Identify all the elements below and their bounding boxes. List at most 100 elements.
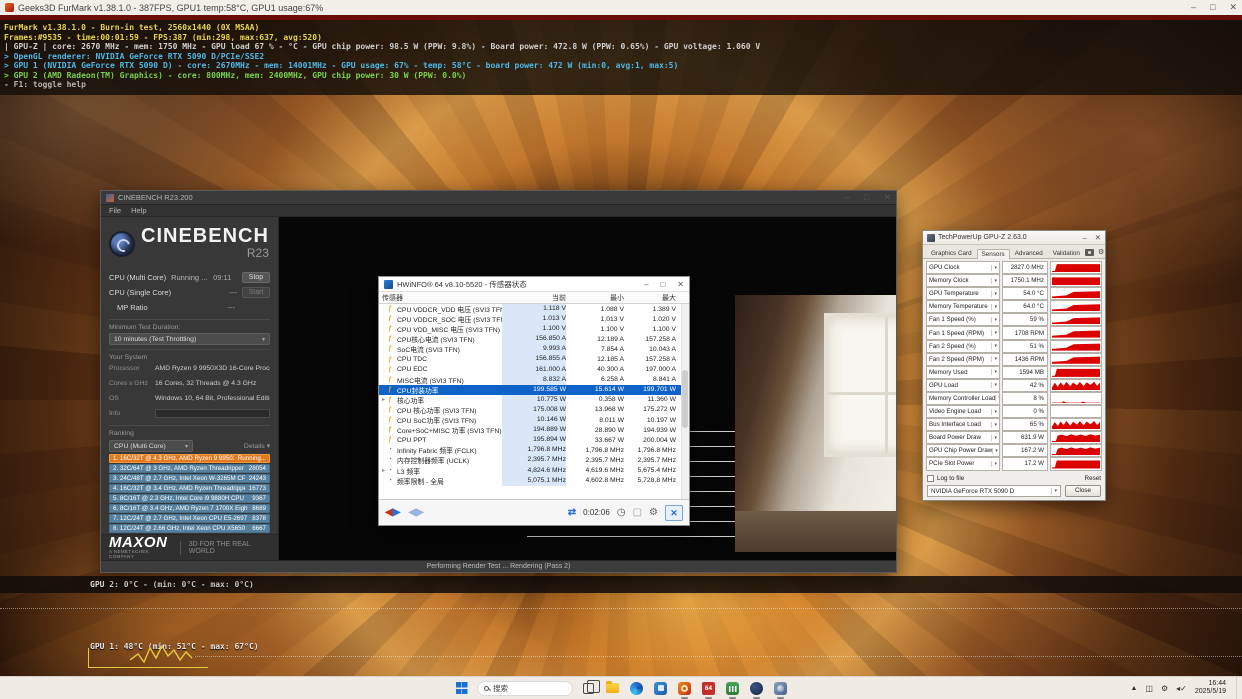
sensor-row[interactable]: ▸ CPU PPT 195.894 W 33.667 W 200.004 W [379,435,689,445]
sensor-row[interactable]: ▸ SoC电流 (SVI3 TFN) 9.993 A 7.854 A 10.04… [379,344,689,354]
cinebench-titlebar[interactable]: CINEBENCH R23.200 – □ ✕ [101,191,896,205]
screenshot-camera-icon[interactable] [1085,249,1094,256]
sensor-name-cell[interactable]: Fan 1 Speed (RPM) ▾ [926,326,1000,339]
hwinfo-titlebar[interactable]: HWiNFO® 64 v8.10-5520 - 传感器状态 – □ ✕ [379,277,689,292]
sensor-name-cell[interactable]: GPU Load ▾ [926,379,1000,392]
ranking-row[interactable]: 8. 12C/24T @ 2.66 GHz, Intel Xeon CPU X5… [109,524,270,533]
minimize-icon[interactable]: – [845,192,850,203]
sensor-name-cell[interactable]: Memory Clock ▾ [926,274,1000,287]
clock-icon[interactable]: ◷ [617,508,626,518]
sensor-row[interactable]: ▸ 内存控制器频率 (UCLK) 2,395.7 MHz 2,395.7 MHz… [379,455,689,465]
sensor-name-cell[interactable]: PCIe Slot Power ▾ [926,457,1000,470]
sensor-row[interactable]: ▸ CPU VDD_MISC 电压 (SVI3 TFN) 1.100 V 1.1… [379,324,689,334]
menu-help[interactable]: Help [131,206,146,215]
hwinfo-taskbar-button[interactable]: 64 [700,680,717,697]
close-icon[interactable]: ✕ [1095,233,1101,242]
chevron-down-icon[interactable]: ▾ [991,330,997,336]
ranking-row[interactable]: 2. 32C/64T @ 3 GHz, AMD Ryzen Threadripp… [109,464,270,473]
ranking-row[interactable]: 6. 8C/16T @ 3.4 GHz, AMD Ryzen 7 1700X E… [109,504,270,513]
chevron-down-icon[interactable]: ▾ [991,317,997,323]
close-icon[interactable]: ✕ [677,280,684,289]
maximize-icon[interactable]: □ [660,280,665,289]
sensor-row[interactable]: ▸ CPU 核心功率 (SVI3 TFN) 175.008 W 13.968 W… [379,405,689,415]
volume-icon[interactable]: ◂✓ [1176,684,1187,693]
sensor-name-cell[interactable]: GPU Temperature ▾ [926,287,1000,300]
sensor-row[interactable]: ▸ 频率限制 - 全局 5,075.1 MHz 4,602.8 MHz 5,72… [379,476,689,486]
transfer-icon[interactable]: ⇄ [568,508,576,518]
ranking-row[interactable]: 5. 8C/16T @ 2.3 GHz, Intel Core i9 9880H… [109,494,270,503]
close-icon[interactable]: ✕ [1229,2,1237,13]
chevron-down-icon[interactable]: ▾ [991,278,997,284]
tray-overflow-chevron-icon[interactable]: ▲ [1130,685,1137,692]
sensor-name-cell[interactable]: Fan 2 Speed (%) ▾ [926,340,1000,353]
chevron-down-icon[interactable]: ▾ [992,448,998,454]
info-input[interactable] [155,409,270,418]
chevron-down-icon[interactable]: ▾ [991,369,997,375]
sensor-row[interactable]: ▸ Infinity Fabric 频率 (FCLK) 1,796.8 MHz … [379,445,689,455]
gpuz-tab[interactable]: Advanced [1010,248,1048,258]
details-toggle[interactable]: Details [244,443,265,450]
hamburger-menu-icon[interactable]: ≡ [1108,249,1113,256]
start-button[interactable]: Start [242,287,270,298]
reset-button[interactable]: Reset [1085,475,1101,482]
duration-dropdown[interactable]: 10 minutes (Test Throttling) ▾ [109,333,270,345]
edge-button[interactable] [628,680,645,697]
sensor-row[interactable]: ▸ CPU VDDCR_SOC 电压 (SVI3 TFN) 1.013 V 1.… [379,314,689,324]
chevron-down-icon[interactable]: ▾ [991,291,997,297]
sensor-row[interactable]: ▸ 核心功率 10.775 W 0.358 W 11.360 W [379,395,689,405]
sensor-row[interactable]: ▸ Core+SoC+MISC 功率 (SVI3 TFN) 194.889 W … [379,425,689,435]
furmark-titlebar[interactable]: Geeks3D FurMark v1.38.1.0 - 387FPS, GPU1… [0,0,1242,15]
maximize-icon[interactable]: □ [864,192,869,203]
col-max[interactable]: 最大 [624,293,686,303]
chevron-down-icon[interactable]: ▾ [991,265,997,271]
sensor-row[interactable]: ▸ MISC电流 (SVI3 TFN) 8.832 A 6.258 A 8.84… [379,375,689,385]
menu-file[interactable]: File [109,206,121,215]
minimize-icon[interactable]: – [644,280,648,289]
gpuz-titlebar[interactable]: TechPowerUp GPU-Z 2.63.0 – ✕ [923,231,1105,245]
minimize-icon[interactable]: – [1083,233,1087,242]
settings-gear-icon[interactable]: ⚙ [1098,249,1104,256]
maximize-icon[interactable]: □ [1210,2,1215,13]
chevron-down-icon[interactable]: ▾ [991,356,997,362]
gpuz-tab[interactable]: Validation [1048,248,1085,258]
col-sensor[interactable]: 传感器 [382,293,502,303]
sensor-name-cell[interactable]: GPU Chip Power Draw ▾ [926,444,1000,457]
taskbar-search[interactable]: 搜索 [477,681,573,696]
chevron-down-icon[interactable]: ▾ [995,395,1000,401]
chevron-down-icon[interactable]: ▾ [991,382,997,388]
chevron-down-icon[interactable]: ▾ [991,304,997,310]
settings-gear-icon[interactable]: ⚙ [649,508,658,518]
gpuz-tab[interactable]: Sensors [977,249,1010,259]
app-green-taskbar-button[interactable] [724,680,741,697]
sensor-name-cell[interactable]: Memory Used ▾ [926,366,1000,379]
start-button[interactable] [453,680,470,697]
furmark-taskbar-button[interactable] [676,680,693,697]
sensor-row[interactable]: ▸ CPU封装功率 199.585 W 15.614 W 199.701 W [379,385,689,395]
sensor-row[interactable]: ▸ CPU核心电流 (SVI3 TFN) 156.850 A 12.189 A … [379,334,689,344]
task-view-button[interactable] [580,680,597,697]
chevron-down-icon[interactable]: ▾ [991,409,997,415]
log-to-file-checkbox[interactable] [927,475,934,482]
scrollbar-thumb[interactable] [682,370,688,428]
chevron-down-icon[interactable]: ▾ [991,343,997,349]
sensor-name-cell[interactable]: Fan 2 Speed (RPM) ▾ [926,353,1000,366]
file-explorer-button[interactable] [604,680,621,697]
cinebench-taskbar-button[interactable] [772,680,789,697]
report-icon[interactable]: ▢ [633,508,642,518]
nav-arrows-dim-icon[interactable]: ◀▶ [408,508,423,518]
show-desktop-button[interactable] [1236,677,1238,699]
gpu-select-dropdown[interactable]: NVIDIA GeForce RTX 5090 D ▾ [927,485,1061,497]
minimize-icon[interactable]: – [1191,2,1196,13]
close-button[interactable]: Close [1065,485,1101,497]
col-min[interactable]: 最小 [566,293,624,303]
close-icon[interactable]: ✕ [883,192,891,203]
chevron-down-icon[interactable]: ▾ [991,435,997,441]
ranking-row[interactable]: 3. 24C/48T @ 2.7 GHz, Intel Xeon W-3265M… [109,474,270,483]
sensor-name-cell[interactable]: Video Engine Load ▾ [926,405,1000,418]
sensor-row[interactable]: ▸ L3 频率 4,824.6 MHz 4,619.6 MHz 5,675.4 … [379,466,689,476]
ranking-row[interactable]: 1. 16C/32T @ 4.3 GHz, AMD Ryzen 9 9950X3… [109,454,270,463]
close-sensors-button[interactable]: ✕ [665,505,683,521]
sensor-name-cell[interactable]: Bus Interface Load ▾ [926,418,1000,431]
sensor-name-cell[interactable]: Memory Controller Load ▾ [926,392,1000,405]
nav-arrows-icon[interactable]: ◀▶ [385,508,400,518]
